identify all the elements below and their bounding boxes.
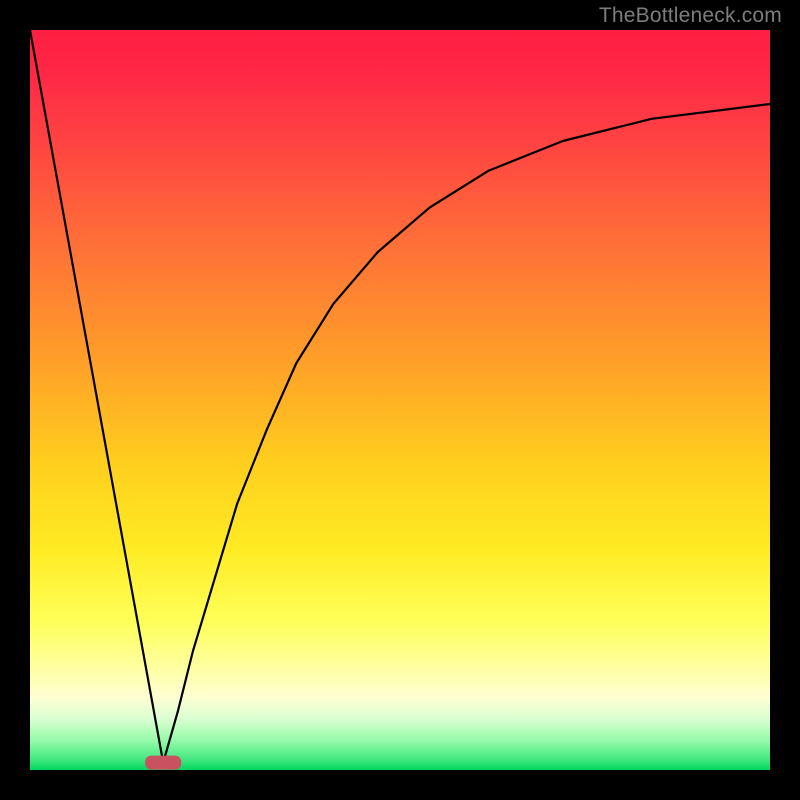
chart-svg: [30, 30, 770, 770]
watermark-text: TheBottleneck.com: [599, 4, 782, 28]
chart-frame: TheBottleneck.com: [0, 0, 800, 800]
bottleneck-curve: [30, 30, 770, 763]
optimum-marker: [145, 756, 181, 770]
plot-area: [30, 30, 770, 770]
